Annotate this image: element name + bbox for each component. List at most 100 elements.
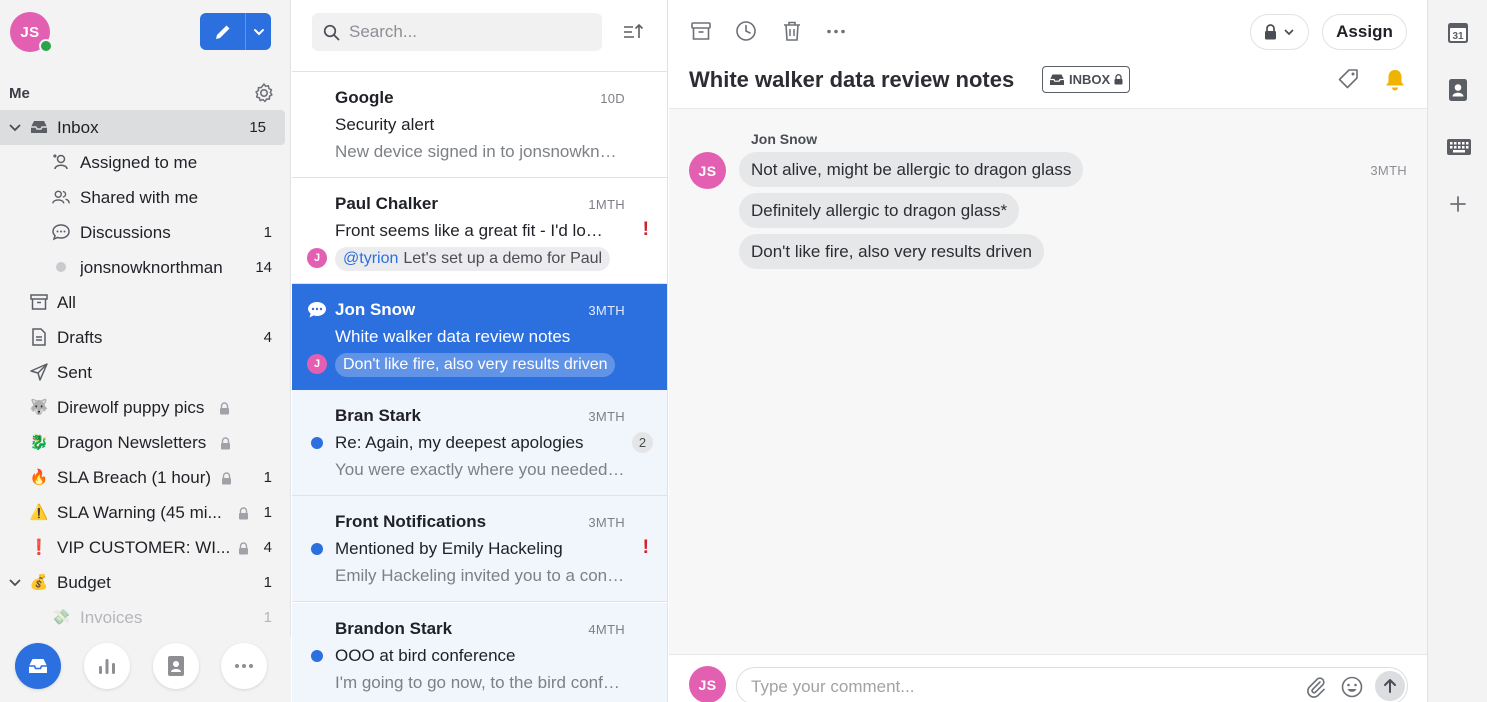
message-time: 3MTH (1370, 163, 1407, 178)
more-horizontal-icon[interactable] (826, 29, 846, 34)
sidebar-item-vip-customer[interactable]: ❗ VIP CUSTOMER: WI... 4 (0, 530, 291, 565)
sidebar-item-count: 4 (263, 329, 272, 346)
inbox-icon (29, 117, 49, 137)
conversation-subject: Re: Again, my deepest apologies (335, 433, 584, 452)
inbox-tag[interactable]: INBOX (1042, 66, 1131, 93)
compose-button[interactable] (200, 13, 245, 50)
sidebar: JS Me Inbox 15 Assigned to me Shared wit… (0, 0, 291, 702)
conversation-item-bran-stark[interactable]: Bran Stark 3MTH Re: Again, my deepest ap… (292, 390, 667, 496)
conversation-list: Search... Google 10D Security alert New … (292, 0, 668, 702)
sidebar-item-jonsnowknorthman[interactable]: jonsnowknorthman 14 (0, 250, 291, 285)
sidebar-item-count: 1 (263, 504, 272, 521)
archive-icon[interactable] (690, 20, 712, 42)
keyboard-icon[interactable] (1446, 138, 1472, 156)
conversation-time: 4MTH (588, 622, 625, 637)
paperclip-icon[interactable] (1304, 675, 1328, 699)
conversation-item-google[interactable]: Google 10D Security alert New device sig… (292, 72, 667, 178)
analytics-button[interactable] (84, 643, 130, 689)
sidebar-item-inbox[interactable]: Inbox 15 (0, 110, 285, 145)
warning-emoji-icon: ⚠️ (29, 504, 49, 521)
conversation-detail: Assign White walker data review notes IN… (669, 0, 1427, 702)
conversation-item-brandon-stark[interactable]: Brandon Stark 4MTH OOO at bird conferenc… (292, 603, 667, 702)
sidebar-item-sla-breach[interactable]: 🔥 SLA Breach (1 hour) 1 (0, 460, 291, 495)
unread-indicator (311, 543, 323, 555)
emoji-icon[interactable] (1340, 675, 1364, 699)
comment-bubble[interactable]: Don't like fire, also very results drive… (739, 234, 1045, 269)
contacts-button[interactable] (153, 643, 199, 689)
arrow-up-icon (1384, 679, 1396, 693)
search-input[interactable]: Search... (312, 13, 602, 51)
conversation-preview: I'm going to go now, to the bird confere… (335, 673, 625, 692)
compose-button-group (200, 13, 271, 50)
sidebar-item-shared-with-me[interactable]: Shared with me (0, 180, 291, 215)
conversation-preview: You were exactly where you needed to be (335, 460, 625, 479)
sidebar-item-label: jonsnowknorthman (80, 257, 223, 277)
comment-input[interactable]: Type your comment... (736, 667, 1408, 702)
sidebar-item-label: Inbox (57, 117, 99, 137)
more-options-button[interactable] (221, 643, 267, 689)
conversation-item-paul-chalker[interactable]: Paul Chalker 1MTH Front seems like a gre… (292, 178, 667, 284)
conversation-item-jon-snow[interactable]: Jon Snow 3MTH White walker data review n… (292, 284, 667, 390)
lock-icon (239, 507, 248, 520)
conversation-sender: Google (335, 88, 394, 107)
sidebar-item-label: Drafts (57, 327, 103, 347)
compose-options-dropdown[interactable] (245, 13, 271, 50)
snooze-clock-icon[interactable] (735, 20, 757, 42)
dot-icon (51, 257, 71, 277)
sidebar-item-sla-warning[interactable]: ⚠️ SLA Warning (45 mi... 1 (0, 495, 291, 530)
sidebar-item-count: 1 (263, 609, 272, 626)
sidebar-item-all[interactable]: All (0, 285, 291, 320)
unread-indicator (311, 650, 323, 662)
composer-avatar: JS (689, 666, 726, 702)
trash-icon[interactable] (781, 20, 803, 42)
send-button[interactable] (1375, 671, 1405, 701)
sidebar-item-discussions[interactable]: Discussions 1 (0, 215, 291, 250)
commenter-avatar: J (307, 354, 327, 374)
sidebar-item-count: 1 (263, 574, 272, 591)
sidebar-item-sent[interactable]: Sent (0, 355, 291, 390)
sidebar-item-invoices[interactable]: 💸 Invoices 1 (0, 600, 291, 635)
author-avatar[interactable]: JS (689, 152, 726, 189)
message-author: Jon Snow (751, 131, 818, 147)
add-plugin-icon[interactable] (1449, 195, 1467, 213)
sidebar-item-direwolf-puppy-pics[interactable]: 🐺 Direwolf puppy pics (0, 390, 291, 425)
privacy-dropdown[interactable] (1250, 14, 1309, 50)
conversation-time: 10D (600, 91, 625, 106)
paper-plane-icon (29, 362, 49, 382)
chevron-down-icon[interactable] (8, 576, 22, 590)
lock-icon (222, 472, 231, 485)
sidebar-item-dragon-newsletters[interactable]: 🐉 Dragon Newsletters (0, 425, 291, 460)
message-thread: Jon Snow JS 3MTH Not alive, might be all… (669, 109, 1427, 654)
sidebar-item-budget[interactable]: 💰 Budget 1 (0, 565, 291, 600)
conversation-preview: New device signed in to jonsnowknorthman… (335, 142, 625, 161)
lock-icon (239, 542, 248, 555)
online-status-indicator (39, 39, 53, 53)
user-avatar[interactable]: JS (10, 12, 53, 53)
sidebar-item-label: Invoices (80, 607, 143, 627)
document-icon (29, 327, 49, 347)
lock-icon (1114, 74, 1123, 85)
sidebar-item-assigned-to-me[interactable]: Assigned to me (0, 145, 291, 180)
exclamation-emoji-icon: ❗ (29, 539, 49, 556)
conversation-time: 3MTH (588, 303, 625, 318)
calendar-icon[interactable]: 31 (1447, 20, 1469, 44)
conversation-subject: Mentioned by Emily Hackeling (335, 539, 563, 558)
contacts-icon[interactable] (1447, 78, 1469, 102)
conversation-item-front-notifications[interactable]: Front Notifications 3MTH Mentioned by Em… (292, 496, 667, 602)
bell-icon[interactable] (1384, 68, 1406, 92)
conversation-preview: Emily Hackeling invited you to a convers… (335, 566, 625, 585)
comment-bubble[interactable]: Definitely allergic to dragon glass* (739, 193, 1020, 228)
archive-box-icon (29, 292, 49, 312)
message-count-badge: 2 (632, 432, 653, 453)
sort-icon[interactable] (622, 22, 644, 42)
gear-icon[interactable] (253, 82, 275, 104)
sidebar-item-drafts[interactable]: Drafts 4 (0, 320, 291, 355)
tag-icon[interactable] (1337, 68, 1360, 91)
chevron-down-icon[interactable] (8, 121, 22, 135)
sidebar-item-label: Dragon Newsletters (57, 432, 207, 452)
assign-button[interactable]: Assign (1322, 14, 1407, 50)
contact-card-icon (168, 656, 184, 676)
inbox-view-button[interactable] (15, 643, 61, 689)
comment-bubble[interactable]: Not alive, might be allergic to dragon g… (739, 152, 1084, 187)
shared-users-icon (51, 187, 71, 207)
